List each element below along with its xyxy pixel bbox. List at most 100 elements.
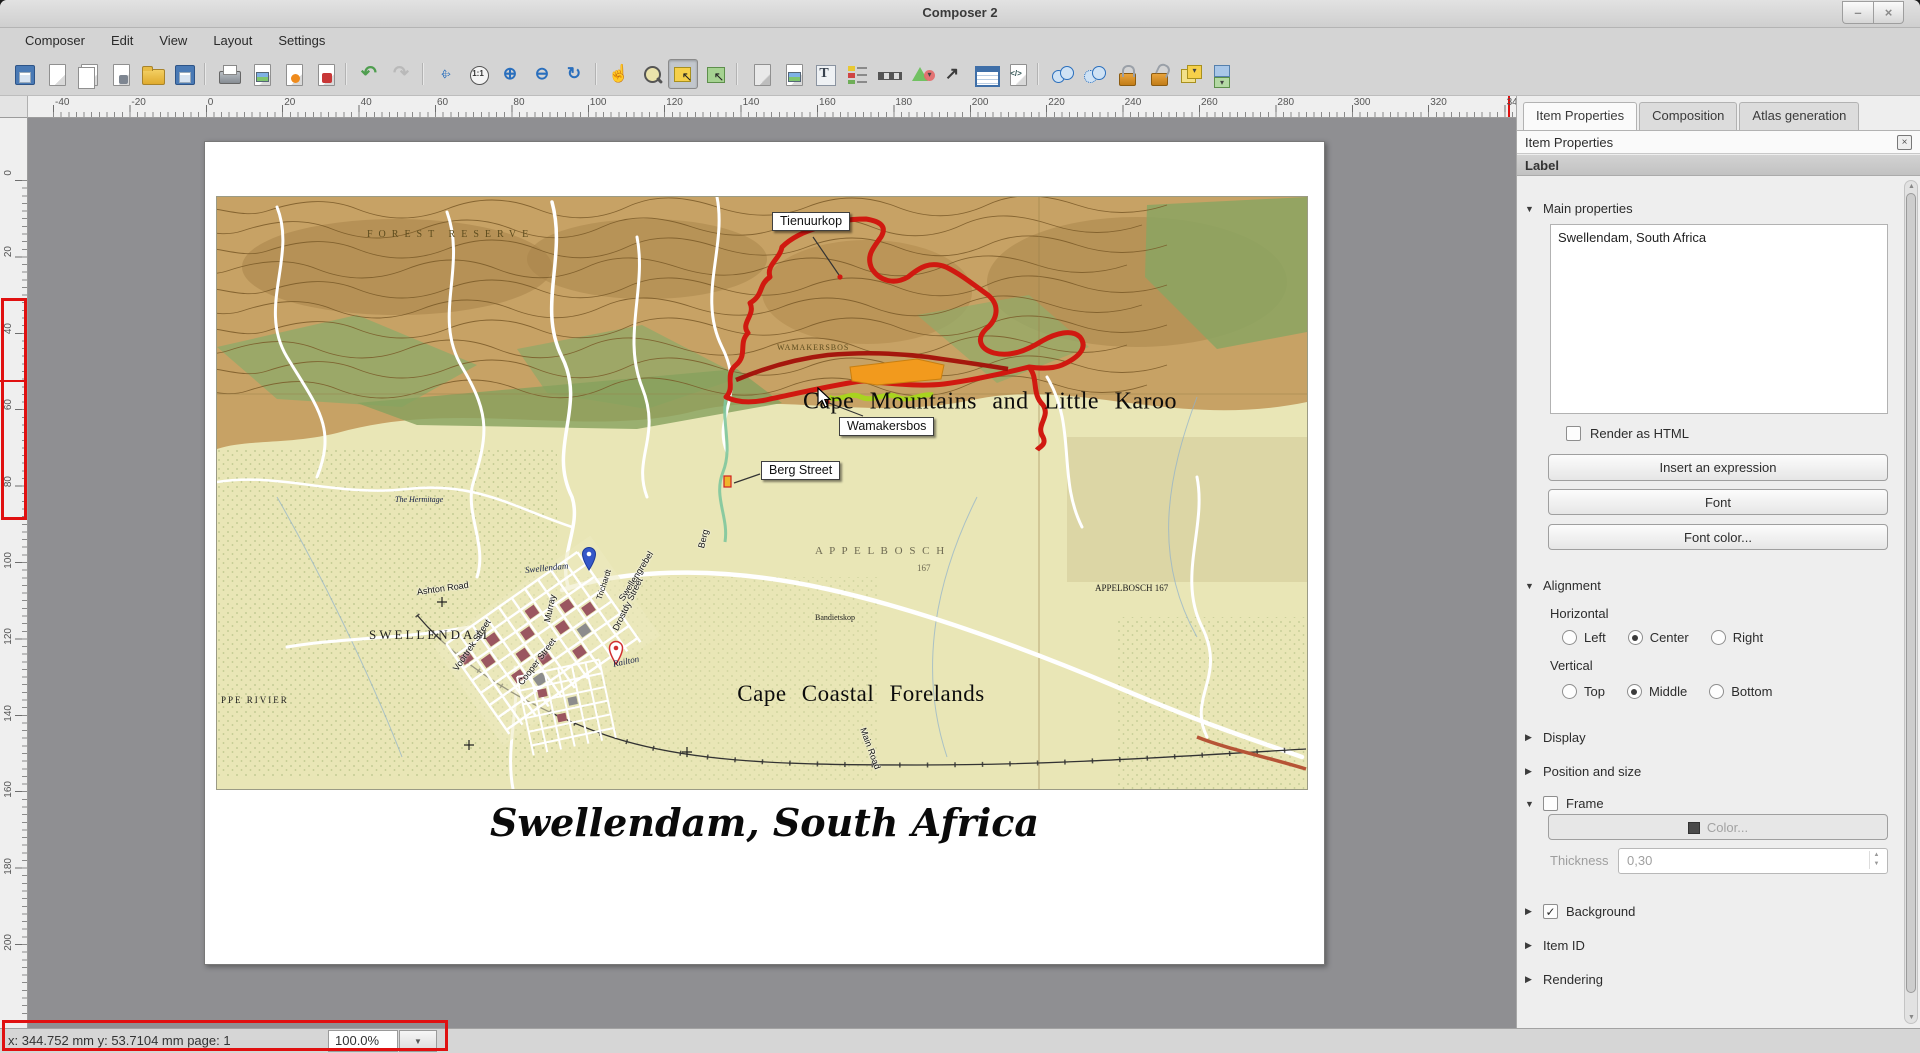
group-item-id[interactable]: ▶ Item ID bbox=[1525, 938, 1585, 953]
add-html-frame-button[interactable]: </> bbox=[1001, 59, 1031, 89]
add-shape-button[interactable] bbox=[905, 59, 935, 89]
print-button[interactable] bbox=[213, 59, 243, 89]
map-text: The Hermitage bbox=[395, 495, 443, 504]
save-as-template-button[interactable] bbox=[168, 59, 198, 89]
move-item-content-button[interactable]: ↖ bbox=[700, 59, 730, 89]
group-frame[interactable]: ▼ Frame bbox=[1525, 796, 1604, 811]
color-swatch-icon bbox=[1688, 822, 1700, 834]
radio-center[interactable]: Center bbox=[1628, 630, 1689, 645]
map-item[interactable]: FOREST RESERVESWELLENDAMAshton RoadVoort… bbox=[217, 197, 1307, 789]
menu-layout[interactable]: Layout bbox=[202, 30, 263, 51]
zoom-out-button[interactable]: ⊖ bbox=[527, 59, 557, 89]
add-arrow-button[interactable]: ↗ bbox=[937, 59, 967, 89]
ruler-label: 140 bbox=[3, 705, 14, 722]
load-template-button[interactable] bbox=[136, 59, 166, 89]
zoom-full-button[interactable]: ⇔⇔ bbox=[431, 59, 461, 89]
pan-tool-button[interactable]: ☝ bbox=[604, 59, 634, 89]
select-move-item-button[interactable]: ↖ bbox=[668, 59, 698, 89]
tab-atlas-generation[interactable]: Atlas generation bbox=[1739, 102, 1859, 130]
collapse-arrow-icon: ▼ bbox=[1525, 799, 1535, 809]
menu-view[interactable]: View bbox=[148, 30, 198, 51]
group-alignment[interactable]: ▼ Alignment bbox=[1525, 578, 1601, 593]
new-composer-button[interactable] bbox=[40, 59, 70, 89]
radio-top[interactable]: Top bbox=[1562, 684, 1605, 699]
group-items-button[interactable] bbox=[1046, 59, 1076, 89]
menu-edit[interactable]: Edit bbox=[100, 30, 144, 51]
menu-composer[interactable]: Composer bbox=[14, 30, 96, 51]
insert-expression-button[interactable]: Insert an expression bbox=[1548, 454, 1888, 481]
group-rendering[interactable]: ▶ Rendering bbox=[1525, 972, 1603, 987]
composer-manager-button[interactable] bbox=[104, 59, 134, 89]
zoom-in-button[interactable]: ⊕ bbox=[495, 59, 525, 89]
font-button[interactable]: Font bbox=[1548, 489, 1888, 515]
scroll-up-icon[interactable]: ▲ bbox=[1908, 183, 1915, 190]
map-callout-wamakersbos: Wamakersbos bbox=[839, 417, 934, 436]
panel-scrollbar-thumb[interactable] bbox=[1906, 193, 1916, 993]
thickness-spinbox[interactable]: 0,30 ▲▼ bbox=[1618, 848, 1888, 874]
export-pdf-button[interactable] bbox=[309, 59, 339, 89]
save-project-button[interactable] bbox=[8, 59, 38, 89]
composition-page[interactable]: FOREST RESERVESWELLENDAMAshton RoadVoort… bbox=[204, 141, 1325, 965]
ungroup-items-button[interactable] bbox=[1078, 59, 1108, 89]
group-background[interactable]: ▶ ✓ Background bbox=[1525, 904, 1635, 919]
unlock-items-button[interactable] bbox=[1142, 59, 1172, 89]
ruler-label: 20 bbox=[284, 97, 295, 108]
render-as-html-row[interactable]: Render as HTML bbox=[1566, 426, 1689, 441]
spinbox-arrows-icon[interactable]: ▲▼ bbox=[1869, 851, 1883, 869]
render-as-html-checkbox[interactable] bbox=[1566, 426, 1581, 441]
scroll-down-icon[interactable]: ▼ bbox=[1908, 1014, 1915, 1021]
redo-button[interactable]: ↷ bbox=[386, 59, 416, 89]
zoom-1-1-button[interactable]: 1:1 bbox=[463, 59, 493, 89]
menu-settings[interactable]: Settings bbox=[267, 30, 336, 51]
horizontal-label: Horizontal bbox=[1550, 606, 1609, 621]
map-text: APPELBOSCH 167 bbox=[1095, 583, 1168, 593]
ruler-label: 60 bbox=[437, 97, 448, 108]
close-button[interactable]: × bbox=[1873, 1, 1904, 24]
radio-bottom[interactable]: Bottom bbox=[1709, 684, 1772, 699]
radio-left[interactable]: Left bbox=[1562, 630, 1606, 645]
minimize-button[interactable]: – bbox=[1842, 1, 1873, 24]
export-image-button[interactable] bbox=[245, 59, 275, 89]
tab-composition[interactable]: Composition bbox=[1639, 102, 1737, 130]
map-text: Main Road bbox=[858, 726, 882, 770]
group-position-size[interactable]: ▶ Position and size bbox=[1525, 764, 1641, 779]
map-text: Bandietskop bbox=[815, 613, 855, 622]
add-label-button[interactable]: T bbox=[809, 59, 839, 89]
ruler-label: 140 bbox=[743, 97, 760, 108]
lock-items-button[interactable] bbox=[1110, 59, 1140, 89]
add-map-button[interactable] bbox=[745, 59, 775, 89]
add-scalebar-button[interactable] bbox=[873, 59, 903, 89]
group-main-properties[interactable]: ▼ Main properties bbox=[1525, 201, 1633, 216]
panel-scrollbar[interactable]: ▲ ▼ bbox=[1904, 180, 1918, 1024]
undo-button[interactable]: ↶ bbox=[354, 59, 384, 89]
frame-checkbox[interactable] bbox=[1543, 796, 1558, 811]
duplicate-composer-button[interactable] bbox=[72, 59, 102, 89]
label-text-input[interactable]: Swellendam, South Africa bbox=[1550, 224, 1888, 414]
ruler-label: 80 bbox=[3, 476, 14, 487]
group-display[interactable]: ▶ Display bbox=[1525, 730, 1586, 745]
composition-canvas[interactable]: FOREST RESERVESWELLENDAMAshton RoadVoort… bbox=[28, 118, 1516, 1028]
radio-right[interactable]: Right bbox=[1711, 630, 1763, 645]
font-color-button[interactable]: Font color... bbox=[1548, 524, 1888, 550]
background-checkbox[interactable]: ✓ bbox=[1543, 904, 1558, 919]
refresh-view-button[interactable]: ↻ bbox=[559, 59, 589, 89]
zoom-tool-button[interactable] bbox=[636, 59, 666, 89]
ruler-label: 120 bbox=[666, 97, 683, 108]
titlebar[interactable]: Composer 2 – × bbox=[0, 0, 1920, 28]
radio-middle[interactable]: Middle bbox=[1627, 684, 1687, 699]
ruler-label: 120 bbox=[3, 628, 14, 645]
ruler-corner bbox=[0, 96, 28, 118]
add-legend-button[interactable] bbox=[841, 59, 871, 89]
panel-close-icon[interactable]: × bbox=[1897, 135, 1912, 150]
add-image-button[interactable] bbox=[777, 59, 807, 89]
menubar: ComposerEditViewLayoutSettings bbox=[0, 28, 1920, 52]
page-caption-label[interactable]: Swellendam, South Africa bbox=[205, 800, 1324, 845]
raise-items-button[interactable] bbox=[1174, 59, 1204, 89]
align-items-button[interactable] bbox=[1206, 59, 1236, 89]
collapse-arrow-icon: ▶ bbox=[1525, 906, 1535, 917]
export-svg-button[interactable] bbox=[277, 59, 307, 89]
ruler-label: 200 bbox=[972, 97, 989, 108]
add-attribute-table-button[interactable] bbox=[969, 59, 999, 89]
frame-color-button[interactable]: Color... bbox=[1548, 814, 1888, 840]
tab-item-properties[interactable]: Item Properties bbox=[1523, 102, 1637, 130]
